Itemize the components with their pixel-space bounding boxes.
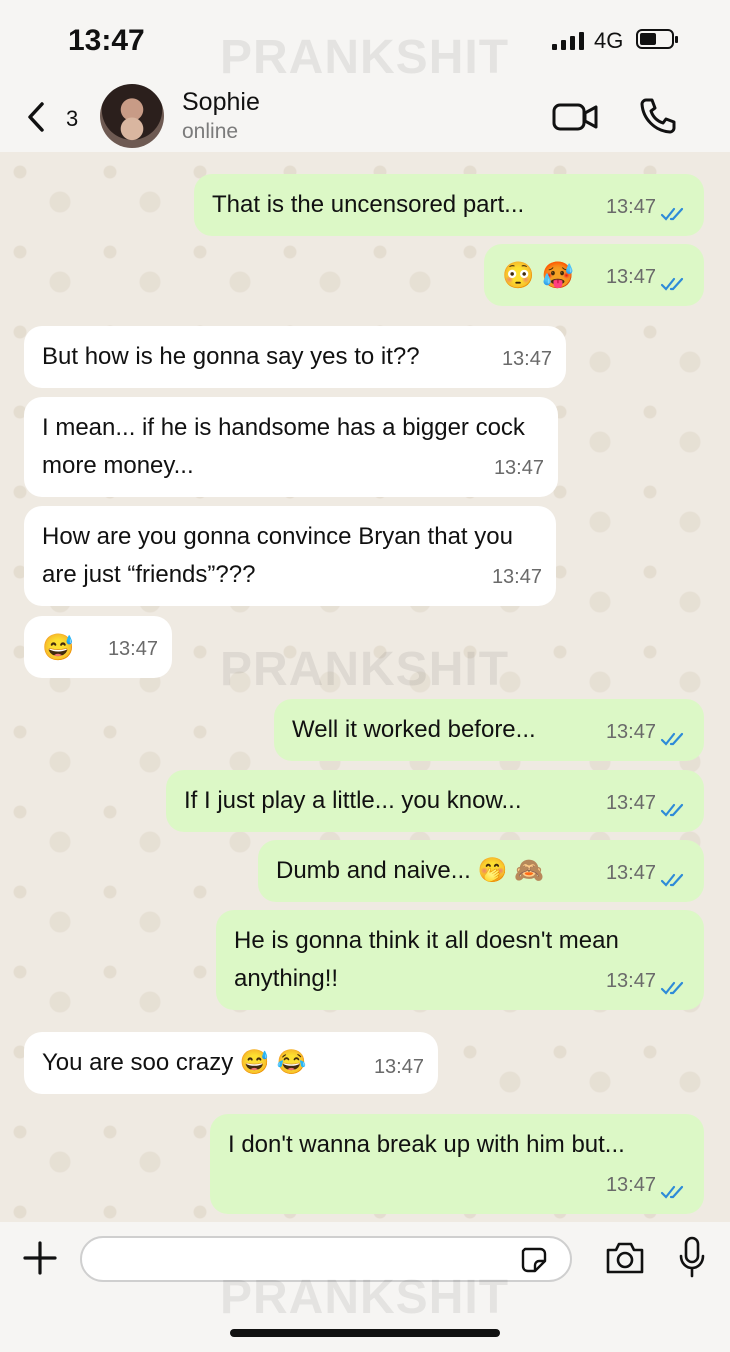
message-text: If I just play a little... you know... [184,787,522,814]
composer-bar: PRANKSHIT [0,1222,730,1352]
message-outgoing[interactable]: He is gonna think it all doesn't mean an… [216,910,704,1010]
sticker-icon[interactable] [520,1246,548,1274]
double-check-icon [660,207,684,221]
message-incoming[interactable]: I mean... if he is handsome has a bigger… [24,397,558,497]
message-time: 13:47 [501,348,552,370]
message-time: 13:47 [493,457,544,479]
status-time: 13:47 [68,24,145,57]
plus-icon[interactable] [22,1240,58,1276]
double-check-icon [660,277,684,291]
microphone-icon[interactable] [678,1236,706,1278]
message-time: 13:47 [605,1174,656,1196]
double-check-icon [660,732,684,746]
message-time: 13:47 [373,1056,424,1078]
message-time: 13:47 [491,566,542,588]
message-outgoing[interactable]: Well it worked before... 13:47 [274,699,704,761]
message-text: 😅 [42,632,75,662]
home-indicator[interactable] [230,1329,500,1337]
message-time: 13:47 [605,862,656,884]
chat-area[interactable]: PRANKSHIT That is the uncensored part...… [0,152,730,1222]
message-time: 13:47 [605,721,656,743]
message-time: 13:47 [605,792,656,814]
phone-icon[interactable] [638,96,678,136]
message-text: That is the uncensored part... [212,191,525,218]
message-time: 13:47 [107,638,158,660]
camera-icon[interactable] [604,1240,646,1276]
battery-icon [636,29,678,49]
watermark: PRANKSHIT [220,31,510,84]
contact-name[interactable]: Sophie [182,88,260,117]
back-button[interactable]: 3 [24,100,86,134]
chevron-left-icon [28,102,44,132]
watermark: PRANKSHIT [220,643,510,696]
message-text: You are soo crazy 😅 😂 [42,1049,307,1076]
double-check-icon [660,1185,684,1199]
signal-bars-icon [552,32,584,50]
message-text: I mean... if he is handsome has a bigger… [42,414,525,479]
message-time: 13:47 [605,266,656,288]
message-outgoing[interactable]: That is the uncensored part... 13:47 [194,174,704,236]
status-bar: 13:47 4G PRANKSHIT [0,0,730,84]
message-time: 13:47 [605,970,656,992]
message-incoming[interactable]: But how is he gonna say yes to it?? 13:4… [24,326,566,388]
double-check-icon [660,981,684,995]
message-incoming[interactable]: How are you gonna convince Bryan that yo… [24,506,556,606]
message-incoming[interactable]: You are soo crazy 😅 😂 13:47 [24,1032,438,1094]
message-incoming[interactable]: 😅 13:47 [24,616,172,678]
unread-count: 3 [66,106,79,131]
message-outgoing[interactable]: I don't wanna break up with him but... 1… [210,1114,704,1214]
message-outgoing[interactable]: If I just play a little... you know... 1… [166,770,704,832]
watermark: PRANKSHIT [220,1271,510,1324]
message-text: 😳 🥵 [502,260,574,290]
network-type: 4G [594,28,624,53]
message-text: But how is he gonna say yes to it?? [42,343,420,370]
message-text: Dumb and naive... 🤭 🙈 [276,857,544,884]
message-outgoing[interactable]: 😳 🥵 13:47 [484,244,704,306]
message-outgoing[interactable]: Dumb and naive... 🤭 🙈 13:47 [258,840,704,902]
message-text: How are you gonna convince Bryan that yo… [42,523,513,588]
message-text: I don't wanna break up with him but... [228,1131,625,1158]
avatar[interactable] [100,84,164,148]
message-text: Well it worked before... [292,716,536,743]
contact-status: online [182,120,239,143]
chat-header: 3 Sophie online [0,80,730,152]
double-check-icon [660,873,684,887]
double-check-icon [660,803,684,817]
video-camera-icon[interactable] [552,102,598,132]
message-time: 13:47 [605,196,656,218]
